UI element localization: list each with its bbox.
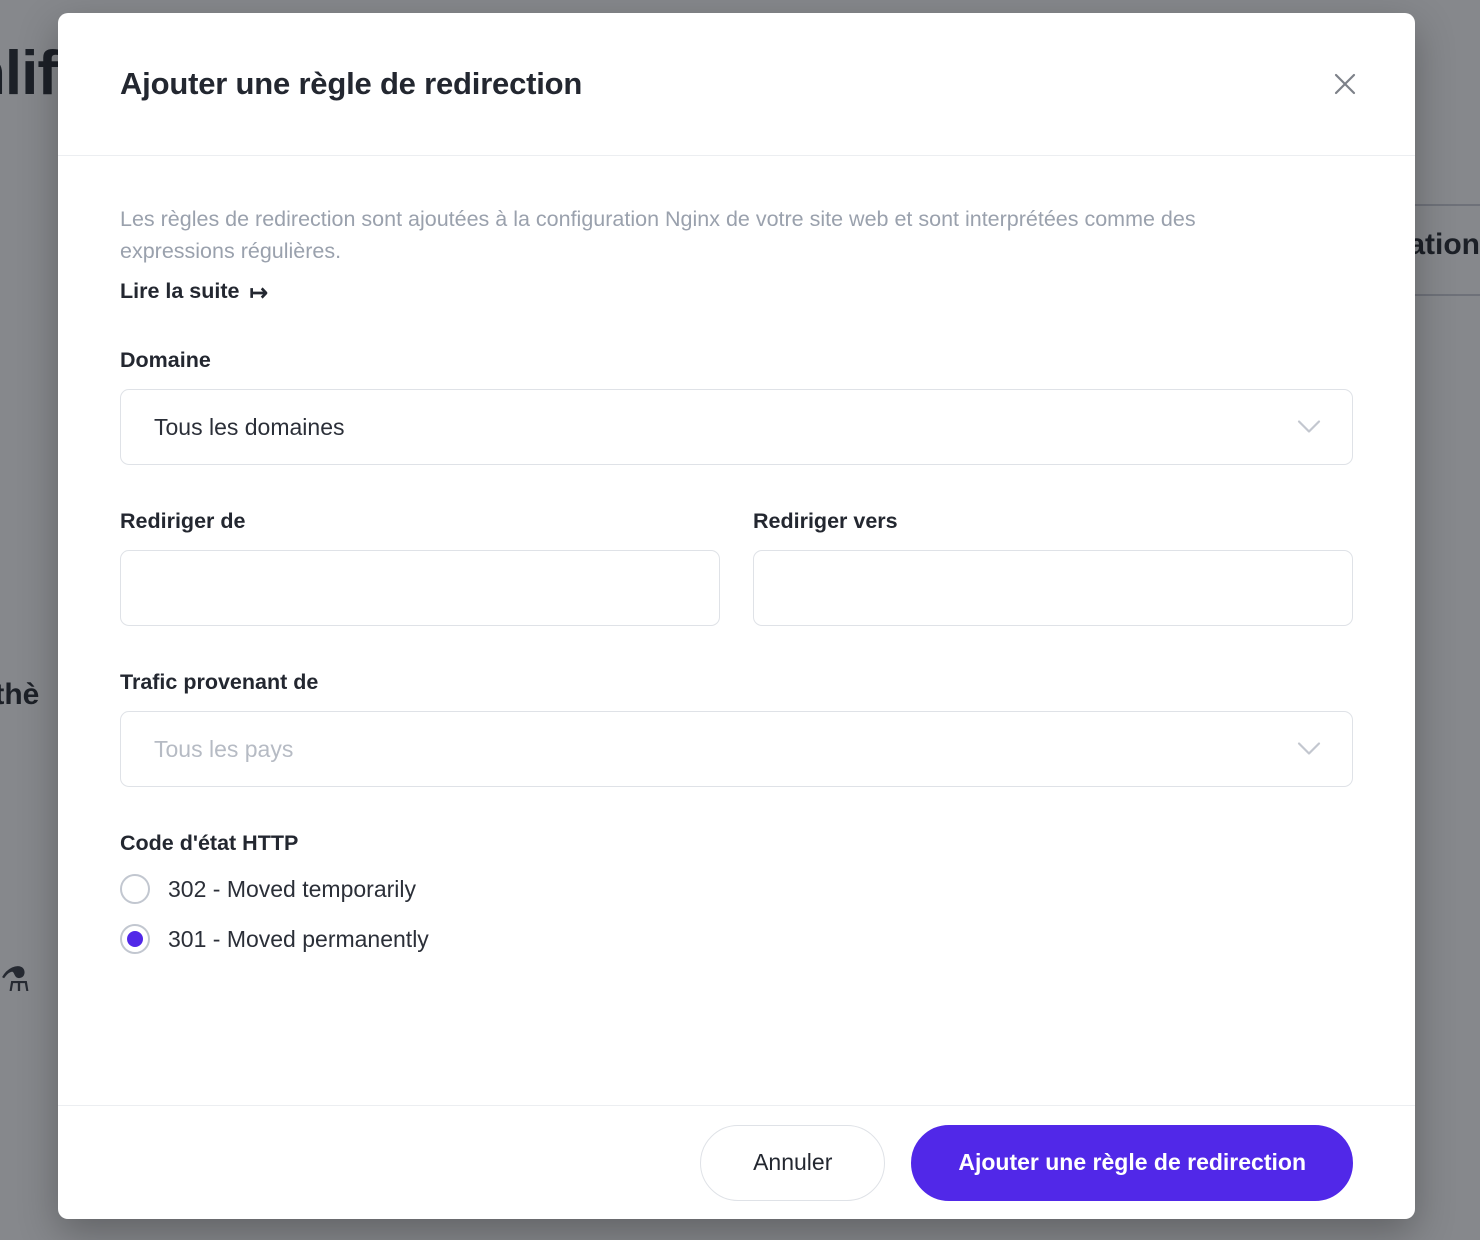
dialog-title: Ajouter une règle de redirection [120,66,583,101]
redirect-to-input[interactable] [753,550,1353,627]
radio-status-301[interactable]: 301 - Moved permanently [120,924,1353,955]
read-more-label: Lire la suite [120,279,240,304]
redirect-pair: Rediriger de Rediriger vers [120,509,1353,627]
field-domain: Domaine Tous les domaines [120,348,1353,466]
radio-icon-checked [120,924,150,955]
traffic-country-select[interactable]: Tous les pays [120,711,1353,788]
dialog-body: Les règles de redirection sont ajoutées … [58,156,1415,1105]
field-redirect-from-label: Rediriger de [120,509,246,534]
dialog-description: Les règles de redirection sont ajoutées … [120,207,1196,263]
close-icon[interactable] [1323,62,1367,106]
radio-status-302-label: 302 - Moved temporarily [168,875,416,902]
field-status-code: Code d'état HTTP 302 - Moved temporarily… [120,831,1353,955]
field-status-code-label: Code d'état HTTP [120,831,299,856]
submit-add-redirect-rule-button[interactable]: Ajouter une règle de redirection [911,1124,1353,1201]
screen: nlif tation t thè ⚗ Ajouter une règle de… [0,0,1480,1240]
radio-status-301-label: 301 - Moved permanently [168,925,429,952]
read-more-link[interactable]: Lire la suite ↦ [120,279,268,304]
dialog-footer: Annuler Ajouter une règle de redirection [58,1105,1415,1219]
field-redirect-to: Rediriger vers [753,509,1353,627]
field-domain-label: Domaine [120,348,211,373]
domain-select[interactable]: Tous les domaines [120,389,1353,466]
redirect-from-input[interactable] [120,550,720,627]
radio-status-302[interactable]: 302 - Moved temporarily [120,874,1353,905]
chevron-down-icon [1296,736,1322,763]
add-redirect-rule-dialog: Ajouter une règle de redirection Les règ… [58,13,1415,1219]
traffic-country-select-value: Tous les pays [154,735,294,762]
cancel-button[interactable]: Annuler [700,1124,886,1201]
field-redirect-from: Rediriger de [120,509,720,627]
field-traffic-from: Trafic provenant de Tous les pays [120,670,1353,788]
field-traffic-from-label: Trafic provenant de [120,670,319,695]
domain-select-value: Tous les domaines [154,413,345,440]
field-redirect-to-label: Rediriger vers [753,509,898,534]
arrow-from-bar-icon: ↦ [249,279,268,305]
radio-icon-unchecked [120,874,150,905]
chevron-down-icon [1296,414,1322,441]
dialog-header: Ajouter une règle de redirection [58,13,1415,156]
